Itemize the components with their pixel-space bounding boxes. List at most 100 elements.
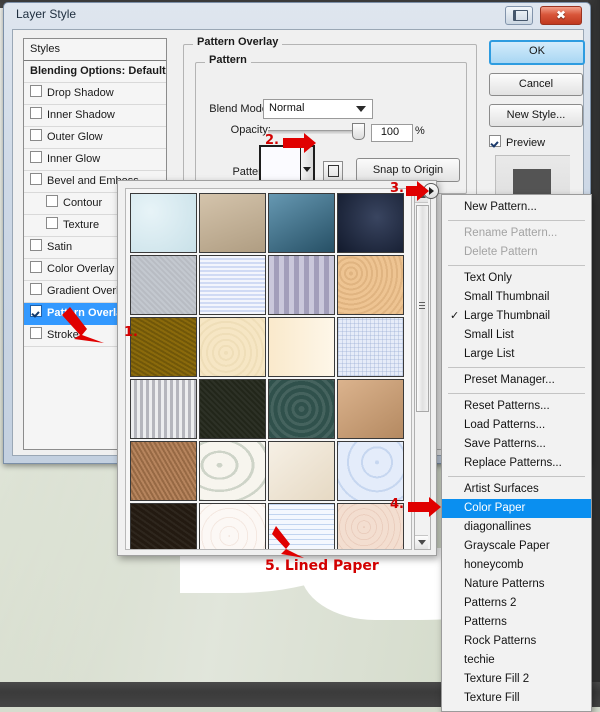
pattern-swatch-white-grid-paper[interactable] [337, 317, 404, 377]
style-item-inner-shadow[interactable]: Inner Shadow [24, 105, 166, 127]
opacity-slider-thumb[interactable] [352, 123, 365, 140]
opacity-input[interactable]: 100 [371, 124, 413, 142]
pattern-swatch-ivory-paper[interactable] [268, 317, 335, 377]
checkbox-icon[interactable] [30, 305, 42, 317]
checkbox-icon[interactable] [30, 85, 42, 97]
menu-item-label: Artist Surfaces [464, 483, 539, 495]
checkbox-icon[interactable] [30, 173, 42, 185]
pattern-swatch-confetti-fiber-paper[interactable] [199, 441, 266, 501]
pattern-swatch-lavender-stripe-paper[interactable] [268, 255, 335, 315]
pattern-swatch-peach-cork-paper[interactable] [337, 255, 404, 315]
preview-checkbox-row[interactable]: Preview [489, 135, 581, 149]
close-icon[interactable]: ✖ [540, 6, 582, 25]
pattern-swatch-row [130, 193, 408, 255]
arrow-up-left-icon [62, 307, 104, 343]
menu-item-label: Nature Patterns [464, 578, 545, 590]
menu-item-large-list[interactable]: Large List [442, 345, 591, 364]
style-item-label: Texture [63, 219, 100, 231]
menu-separator [448, 393, 585, 394]
pattern-swatch-white-speckle-paper[interactable] [199, 503, 266, 549]
menu-item-small-list[interactable]: Small List [442, 326, 591, 345]
style-item-inner-glow[interactable]: Inner Glow [24, 149, 166, 171]
pattern-swatch-row [130, 503, 408, 549]
checkbox-icon[interactable] [30, 261, 42, 273]
scrollbar-thumb[interactable] [416, 205, 429, 412]
opacity-label: Opacity: [230, 124, 271, 136]
menu-item-techie[interactable]: techie [442, 651, 591, 670]
pattern-swatch-black-green-paper[interactable] [199, 379, 266, 439]
menu-item-reset-patterns[interactable]: Reset Patterns... [442, 397, 591, 416]
pattern-overlay-group-title: Pattern Overlay [193, 36, 283, 48]
new-preset-icon[interactable] [323, 161, 343, 181]
checkbox-icon[interactable] [30, 283, 42, 295]
pattern-swatch-dark-gold-paper[interactable] [130, 317, 197, 377]
style-item-drop-shadow[interactable]: Drop Shadow [24, 83, 166, 105]
pattern-swatch-tan-paper[interactable] [199, 193, 266, 253]
pattern-swatch-cream-paper[interactable] [199, 317, 266, 377]
scroll-down-arrow-icon[interactable] [415, 535, 428, 549]
menu-item-texture-fill-2[interactable]: Texture Fill 2 [442, 670, 591, 689]
pattern-swatch-light-blue-paper[interactable] [130, 193, 197, 253]
ok-button[interactable]: OK [489, 40, 585, 65]
snap-to-origin-button[interactable]: Snap to Origin [356, 158, 460, 182]
style-item-label: Contour [63, 197, 103, 209]
pattern-swatch-gray-corrugated-paper[interactable] [130, 379, 197, 439]
pattern-swatch-teal-blue-paper[interactable] [268, 193, 335, 253]
title-bar[interactable]: Layer Style ✖ [4, 3, 590, 29]
checkbox-icon[interactable] [489, 135, 501, 147]
menu-item-color-paper[interactable]: Color Paper [442, 499, 591, 518]
pattern-swatch-dark-teal-paper[interactable] [268, 379, 335, 439]
menu-item-label: Delete Pattern [464, 246, 538, 258]
menu-item-small-thumbnail[interactable]: Small Thumbnail [442, 288, 591, 307]
style-item-outer-glow[interactable]: Outer Glow [24, 127, 166, 149]
menu-item-patterns[interactable]: Patterns [442, 613, 591, 632]
pattern-swatch-pale-blue-paper[interactable] [199, 255, 266, 315]
menu-item-patterns-2[interactable]: Patterns 2 [442, 594, 591, 613]
menu-item-large-thumbnail[interactable]: ✓ Large Thumbnail [442, 307, 591, 326]
pattern-swatch-light-brown-paper[interactable] [337, 379, 404, 439]
menu-item-honeycomb[interactable]: honeycomb [442, 556, 591, 575]
checkbox-icon[interactable] [30, 239, 42, 251]
close-glyph: ✖ [555, 8, 567, 22]
pattern-swatch-gray-speckle-paper[interactable] [130, 255, 197, 315]
checkbox-icon[interactable] [30, 327, 42, 339]
pattern-swatch-dark-navy-paper[interactable] [337, 193, 404, 253]
pattern-picker-context-menu[interactable]: New Pattern... Rename Pattern... Delete Pa… [441, 194, 592, 712]
menu-item-texture-fill[interactable]: Texture Fill [442, 689, 591, 708]
cancel-button[interactable]: Cancel [489, 73, 583, 96]
annotation-arrow-3 [406, 181, 429, 201]
menu-item-save-patterns[interactable]: Save Patterns... [442, 435, 591, 454]
checkbox-icon[interactable] [46, 217, 58, 229]
pattern-swatch-dark-brown-paper[interactable] [130, 503, 197, 549]
pattern-picker-scrollbar[interactable] [414, 188, 431, 550]
blend-mode-select[interactable]: Normal [263, 99, 373, 119]
style-item-label: Color Overlay [47, 263, 115, 275]
menu-item-nature-patterns[interactable]: Nature Patterns [442, 575, 591, 594]
scrollbar-grip-icon [419, 302, 425, 309]
menu-item-text-only[interactable]: Text Only [442, 269, 591, 288]
menu-item-grayscale-paper[interactable]: Grayscale Paper [442, 537, 591, 556]
menu-item-preset-manager[interactable]: Preset Manager... [442, 371, 591, 390]
menu-item-artist-surfaces[interactable]: Artist Surfaces [442, 480, 591, 499]
pattern-swatch-beige-paper[interactable] [268, 441, 335, 501]
new-style-button[interactable]: New Style... [489, 104, 583, 127]
menu-item-load-patterns[interactable]: Load Patterns... [442, 416, 591, 435]
pattern-swatch-pale-blue-floral-paper[interactable] [337, 441, 404, 501]
menu-separator [448, 476, 585, 477]
pattern-swatch-row [130, 317, 408, 379]
menu-item-diagonallines[interactable]: diagonallines [442, 518, 591, 537]
pattern-swatch-grid [130, 193, 408, 549]
pattern-swatch-panel[interactable] [125, 188, 412, 550]
menu-item-label: Texture Fill 2 [464, 673, 530, 685]
checkbox-icon[interactable] [30, 151, 42, 163]
pattern-swatch-brown-texture-paper[interactable] [130, 441, 197, 501]
menu-item-rock-patterns[interactable]: Rock Patterns [442, 632, 591, 651]
checkbox-icon[interactable] [30, 107, 42, 119]
menu-item-replace-patterns[interactable]: Replace Patterns... [442, 454, 591, 473]
annotation-step-3: 3. [390, 181, 404, 196]
checkbox-icon[interactable] [46, 195, 58, 207]
checkbox-icon[interactable] [30, 129, 42, 141]
style-item-blending-options-default[interactable]: Blending Options: Default [24, 61, 166, 83]
restore-icon[interactable] [505, 6, 533, 25]
menu-item-new-pattern[interactable]: New Pattern... [442, 198, 591, 217]
